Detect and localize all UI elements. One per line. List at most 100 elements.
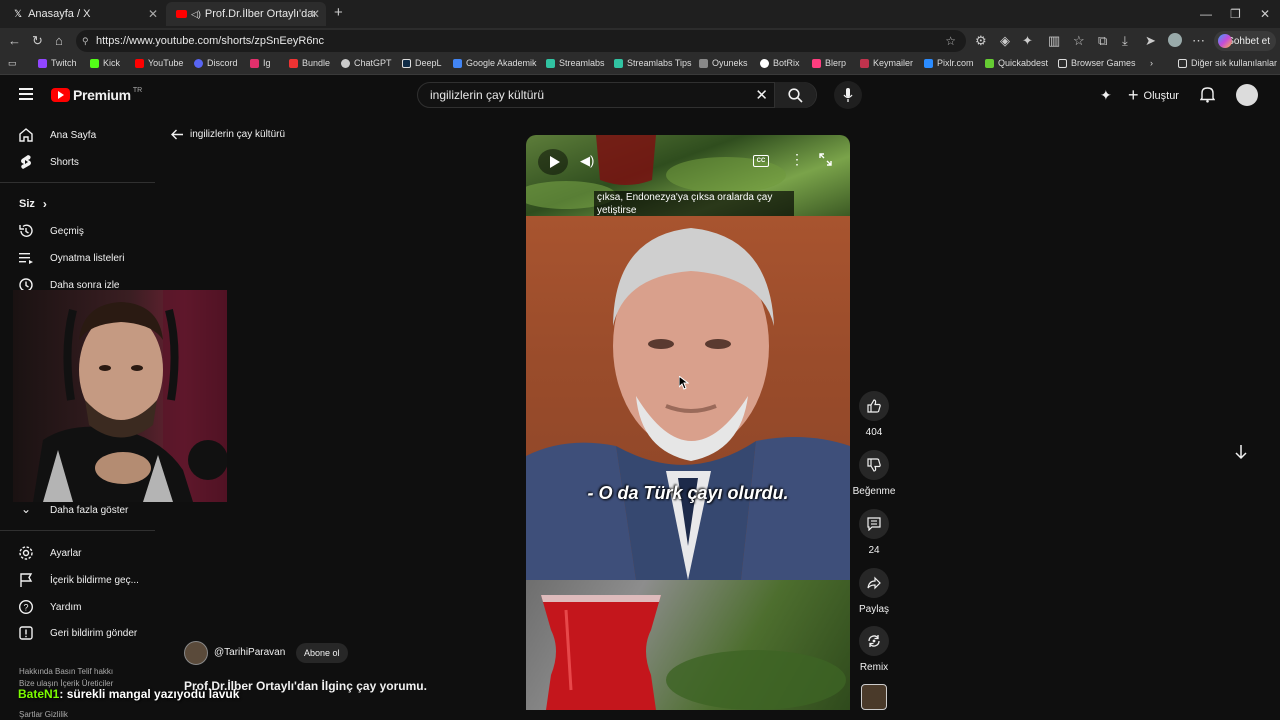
tab-youtube-short[interactable]: ◁) Prof.Dr.İlber Ortaylı'dan İlginç ✕ bbox=[166, 2, 326, 26]
subscribe-button[interactable]: Abone ol bbox=[296, 643, 348, 663]
video-frame-speaker bbox=[526, 216, 850, 580]
turkish-tea-glass-image bbox=[541, 595, 846, 710]
dislike-button[interactable]: Beğenme bbox=[852, 450, 896, 497]
share-icon[interactable]: ➤ bbox=[1145, 33, 1156, 49]
bookmark-keymailer[interactable]: Keymailer bbox=[860, 58, 913, 68]
extension-icon[interactable]: ⚙ bbox=[975, 33, 987, 49]
collections-icon[interactable]: ⧉ bbox=[1098, 33, 1107, 49]
channel-avatar[interactable] bbox=[184, 641, 208, 665]
site-info-icon[interactable]: ⚲ bbox=[82, 36, 89, 47]
downloads-icon[interactable]: ⤓ bbox=[1122, 33, 1128, 49]
extension-icon[interactable]: ◈ bbox=[1000, 33, 1010, 49]
other-bookmarks-folder[interactable]: Diğer sık kullanılanlar bbox=[1178, 58, 1277, 68]
restore-icon[interactable]: ❐ bbox=[1230, 7, 1241, 21]
comment-count: 24 bbox=[868, 545, 880, 556]
sidebar-item-label: Ayarlar bbox=[50, 547, 82, 559]
footer-links-1[interactable]: Hakkında Basın Telif hakkı bbox=[19, 667, 113, 676]
bookmark-blerp[interactable]: Blerp bbox=[812, 58, 846, 68]
bookmark-pixlr[interactable]: Pixlr.com bbox=[924, 58, 974, 68]
sound-thumbnail[interactable] bbox=[861, 684, 887, 710]
chevron-right-icon[interactable]: › bbox=[1150, 58, 1153, 68]
sidebar-section-you[interactable]: Siz › bbox=[19, 197, 47, 211]
clear-search-icon[interactable]: ✕ bbox=[755, 86, 768, 104]
sidebar-item-shorts[interactable]: Shorts bbox=[18, 154, 79, 170]
account-avatar[interactable] bbox=[1236, 84, 1258, 106]
minimize-icon[interactable]: — bbox=[1200, 7, 1212, 21]
close-window-icon[interactable]: ✕ bbox=[1260, 7, 1270, 21]
fullscreen-icon[interactable] bbox=[819, 153, 832, 166]
sidebar-item-label: Daha fazla göster bbox=[50, 504, 129, 516]
bookmark-discord[interactable]: Discord bbox=[194, 58, 238, 68]
youtube-header: Premium TR ingilizlerin çay kültürü ✕ ✦ … bbox=[0, 76, 1280, 116]
channel-name[interactable]: @TarihiParavan bbox=[214, 647, 285, 658]
notifications-bell-icon[interactable] bbox=[1200, 86, 1215, 103]
back-to-search-button[interactable]: ingilizlerin çay kültürü bbox=[171, 129, 285, 140]
speaker-icon[interactable]: ◁) bbox=[191, 9, 201, 20]
tab-x-home[interactable]: 𝕏 Anasayfa / X ✕ bbox=[4, 2, 164, 26]
reading-list-icon[interactable]: ▭ bbox=[8, 58, 17, 69]
shorts-video-player[interactable]: ◀︎) CC ⋮ çıksa, Endonezya'ya çıksa orala… bbox=[526, 135, 850, 710]
svg-text:?: ? bbox=[23, 603, 28, 613]
address-toolbar: ← ↻ ⌂ ⚲ https://www.youtube.com/shorts/z… bbox=[0, 28, 1280, 54]
voice-search-button[interactable] bbox=[834, 81, 862, 109]
footer-links-3[interactable]: Şartlar Gizlilik bbox=[19, 710, 68, 719]
like-button[interactable]: 404 bbox=[855, 391, 893, 438]
favorite-star-icon[interactable]: ☆ bbox=[945, 34, 956, 48]
arrow-down-icon bbox=[1235, 445, 1247, 460]
microphone-icon bbox=[843, 87, 853, 102]
sidebar-item-playlists[interactable]: Oynatma listeleri bbox=[18, 250, 124, 266]
bookmark-browser-games[interactable]: Browser Games bbox=[1058, 58, 1136, 68]
bookmark-streamlabs[interactable]: Streamlabs bbox=[546, 58, 605, 68]
bookmark-botrix[interactable]: BotRix bbox=[760, 58, 800, 68]
bookmark-instagram[interactable]: Ig bbox=[250, 58, 271, 68]
extension-icon[interactable]: ✦ bbox=[1022, 33, 1033, 49]
play-button[interactable] bbox=[538, 149, 568, 175]
more-options-icon[interactable]: ⋮ bbox=[790, 151, 804, 168]
premium-icon[interactable]: ✦ bbox=[1100, 87, 1112, 104]
bookmark-chatgpt[interactable]: ChatGPT bbox=[341, 58, 392, 68]
share-icon bbox=[867, 576, 881, 590]
copilot-icon bbox=[1218, 34, 1232, 48]
search-input[interactable]: ingilizlerin çay kültürü ✕ bbox=[417, 82, 817, 108]
play-icon bbox=[549, 156, 560, 168]
volume-icon[interactable]: ◀︎) bbox=[580, 153, 594, 169]
sidebar-item-home[interactable]: Ana Sayfa bbox=[18, 127, 96, 143]
reload-icon[interactable]: ↻ bbox=[32, 33, 43, 49]
next-short-button[interactable] bbox=[1234, 444, 1248, 460]
bookmark-deepl[interactable]: DeepL bbox=[402, 58, 442, 68]
sidebar-item-history[interactable]: Geçmiş bbox=[18, 223, 84, 239]
bookmark-streamlabs-tips[interactable]: Streamlabs Tips bbox=[614, 58, 692, 68]
url-field[interactable]: ⚲ https://www.youtube.com/shorts/zpSnEey… bbox=[76, 30, 966, 52]
sidebar-item-help[interactable]: ? Yardım bbox=[18, 599, 82, 615]
close-tab-icon[interactable]: ✕ bbox=[310, 7, 320, 21]
bookmark-kick[interactable]: Kick bbox=[90, 58, 120, 68]
bookmark-twitch[interactable]: Twitch bbox=[38, 58, 77, 68]
sidebar-item-show-more[interactable]: ⌄ Daha fazla göster bbox=[18, 502, 128, 518]
sidebar-item-report-history[interactable]: İçerik bildirme geç... bbox=[18, 572, 139, 588]
bookmark-oyuneks[interactable]: Oyuneks bbox=[699, 58, 748, 68]
split-screen-icon[interactable]: ▥ bbox=[1048, 33, 1060, 49]
bookmark-youtube[interactable]: YouTube bbox=[135, 58, 183, 68]
more-menu-icon[interactable]: ⋯ bbox=[1192, 33, 1205, 49]
comments-button[interactable]: 24 bbox=[855, 509, 893, 556]
copilot-chat-button[interactable]: Sohbet et bbox=[1214, 31, 1276, 51]
profile-avatar[interactable] bbox=[1168, 33, 1182, 47]
hamburger-menu-icon[interactable] bbox=[19, 88, 33, 100]
bookmark-bundle[interactable]: Bundle bbox=[289, 58, 330, 68]
share-button[interactable]: Paylaş bbox=[855, 568, 893, 615]
bookmark-quickabdest[interactable]: Quickabdest bbox=[985, 58, 1048, 68]
create-button[interactable]: + Oluştur bbox=[1128, 85, 1179, 106]
back-icon[interactable]: ← bbox=[8, 33, 21, 48]
sidebar-item-feedback[interactable]: Geri bildirim gönder bbox=[18, 625, 137, 641]
search-button[interactable] bbox=[774, 82, 816, 108]
youtube-premium-logo[interactable]: Premium TR bbox=[51, 87, 142, 103]
new-tab-button[interactable]: + bbox=[334, 4, 343, 21]
remix-button[interactable]: Remix bbox=[855, 626, 893, 673]
dislike-label: Beğenme bbox=[852, 486, 896, 497]
sidebar-item-settings[interactable]: Ayarlar bbox=[18, 545, 82, 561]
home-icon[interactable]: ⌂ bbox=[55, 33, 63, 48]
captions-button[interactable]: CC bbox=[753, 155, 769, 167]
favorites-icon[interactable]: ☆ bbox=[1073, 33, 1085, 49]
close-tab-icon[interactable]: ✕ bbox=[148, 7, 158, 21]
bookmark-google-akademik[interactable]: Google Akademik bbox=[453, 58, 537, 68]
